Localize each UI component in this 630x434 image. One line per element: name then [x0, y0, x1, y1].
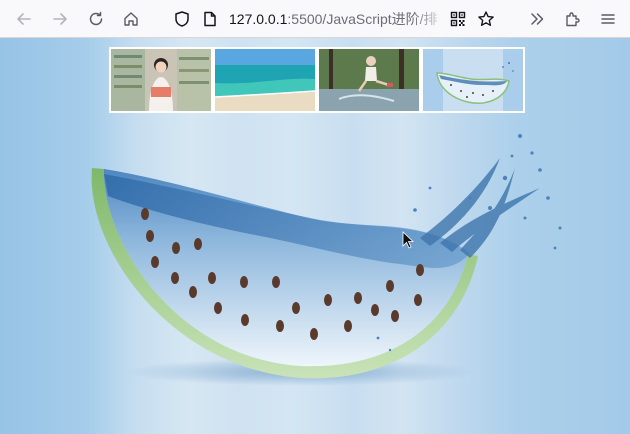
qr-code-icon — [450, 11, 466, 27]
thumbnail-3-image — [319, 49, 419, 111]
forward-button[interactable] — [47, 6, 73, 32]
url-host: 127.0.0.1 — [229, 11, 288, 27]
qr-code-button[interactable] — [445, 6, 471, 32]
reload-button[interactable] — [83, 6, 109, 32]
extensions-button[interactable] — [560, 6, 586, 32]
overflow-button[interactable] — [524, 6, 550, 32]
puzzle-icon — [566, 12, 580, 27]
url-fade — [412, 8, 448, 30]
thumbnail-4[interactable] — [423, 49, 523, 111]
thumbnail-2-image — [215, 49, 315, 111]
arrow-left-icon — [17, 13, 31, 25]
thumbnail-3[interactable] — [319, 49, 419, 111]
thumbnail-strip — [109, 47, 525, 113]
star-icon — [478, 11, 494, 26]
home-button[interactable] — [118, 6, 144, 32]
thumbnail-4-image — [423, 49, 523, 111]
thumbnail-1[interactable] — [111, 49, 211, 111]
back-button[interactable] — [11, 6, 37, 32]
page-content — [0, 38, 630, 434]
thumbnail-1-image — [111, 49, 211, 111]
page-icon — [204, 11, 216, 27]
thumbnail-2[interactable] — [215, 49, 315, 111]
browser-toolbar: 127.0.0.1:5500/JavaScript进阶/排 — [0, 0, 630, 38]
shield-icon — [175, 11, 189, 27]
reload-icon — [89, 11, 103, 26]
hamburger-menu-icon — [601, 14, 615, 24]
page-info-button[interactable] — [197, 6, 223, 32]
menu-button[interactable] — [595, 6, 621, 32]
arrow-right-icon — [53, 13, 67, 25]
chevron-double-right-icon — [531, 13, 544, 25]
home-icon — [124, 12, 138, 26]
bookmark-button[interactable] — [473, 6, 499, 32]
tracking-protection-button[interactable] — [169, 6, 195, 32]
